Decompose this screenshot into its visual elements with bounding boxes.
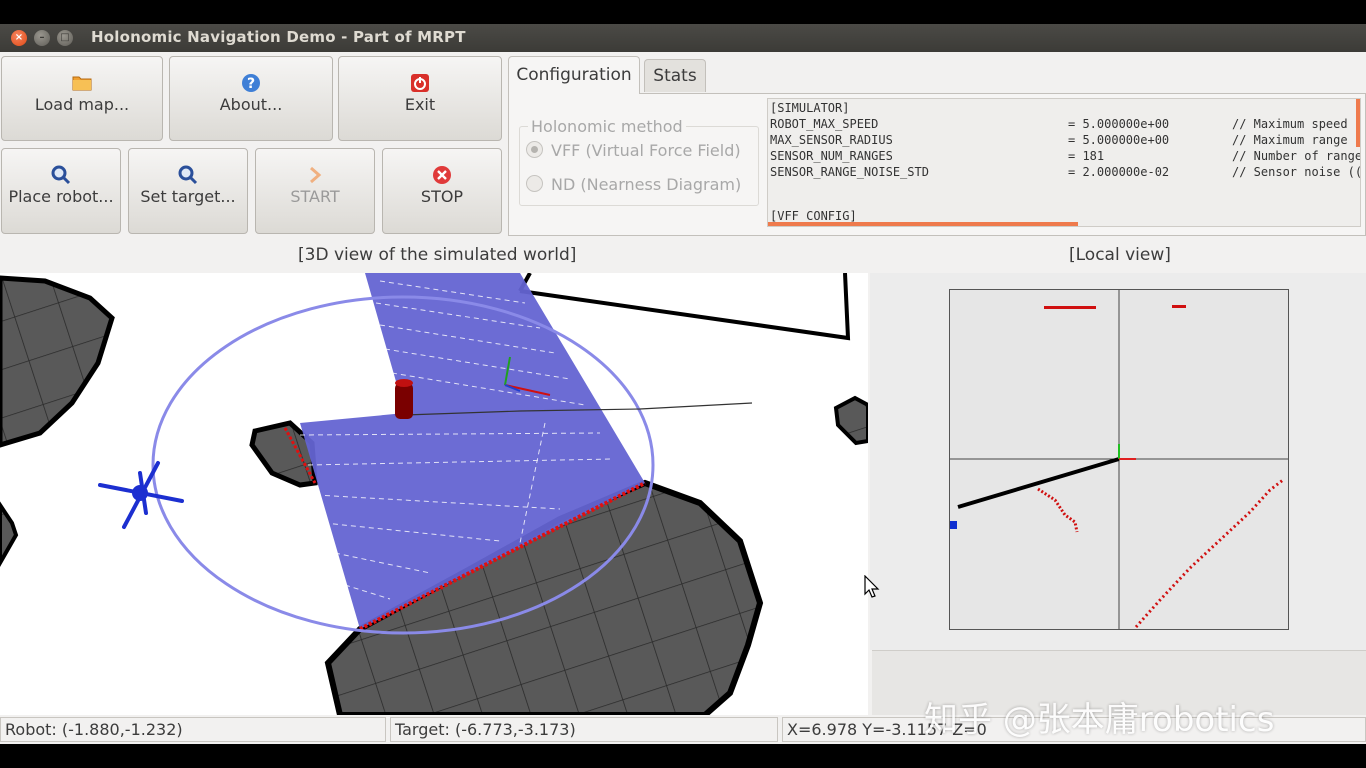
view3d-canvas[interactable] [0,273,868,715]
config-value: = 5.000000e+00 [1068,133,1170,147]
stop-icon [432,165,452,185]
config-comment: // Sensor noise (( [1232,165,1361,179]
config-value: = 181 [1068,149,1105,163]
radio-vff[interactable]: VFF (Virtual Force Field) [526,141,741,160]
power-icon [410,73,430,93]
magnifier-icon [178,165,198,185]
window-close-icon[interactable]: × [11,30,27,46]
watermark: 知乎 @张本庸robotics [924,700,1275,740]
robot [395,379,413,419]
config-comment: // Maximum range [1232,133,1348,147]
mouse-cursor-icon [864,574,880,603]
about-button[interactable]: ? About... [169,56,333,141]
window-minimize-icon[interactable]: – [34,30,50,46]
set-target-button[interactable]: Set target... [128,148,248,234]
local-view-panel [870,273,1366,650]
radio-nd-label: ND (Nearness Diagram) [551,175,742,194]
target-marker [949,521,957,529]
laser-scan-points [1044,305,1186,309]
help-icon: ? [241,73,261,93]
window-maximize-icon[interactable]: □ [57,30,73,46]
local-view-caption: [Local view] [1069,245,1171,265]
svg-text:?: ? [247,76,255,92]
obstacle [0,275,115,448]
tab-stats[interactable]: Stats [644,59,706,92]
config-key: SENSOR_RANGE_NOISE_STD [770,165,929,179]
view3d-caption: [3D view of the simulated world] [298,245,577,265]
local-view-canvas[interactable] [949,289,1289,630]
holonomic-method-group: Holonomic method VFF (Virtual Force Fiel… [519,117,759,206]
config-key: ROBOT_MAX_SPEED [770,117,879,131]
config-section-header: [SIMULATOR] [770,101,850,115]
config-comment: // Number of range [1232,149,1361,163]
radio-selected-icon [526,141,543,158]
config-comment: // Maximum speed [1232,117,1348,131]
radio-nd[interactable]: ND (Nearness Diagram) [526,175,741,194]
obstacle [0,501,19,568]
laser-scan-points [1037,487,1079,533]
folder-icon [72,73,92,93]
chevron-right-icon [305,165,325,185]
target-position-status: Target: (-6.773,-3.173) [390,717,778,742]
radio-unselected-icon [526,175,543,192]
horizontal-scrollbar[interactable] [768,222,1078,226]
config-value: = 5.000000e+00 [1068,117,1170,131]
place-robot-button[interactable]: Place robot... [1,148,121,234]
main-window: Load map... ? About... Exit Place robot.… [0,52,1366,744]
config-text-editor[interactable]: [SIMULATOR] ROBOT_MAX_SPEED = 5.000000e+… [767,98,1361,227]
obstacle [833,395,868,446]
config-key: MAX_SENSOR_RADIUS [770,133,893,147]
configuration-tab-pane: Holonomic method VFF (Virtual Force Fiel… [508,93,1366,236]
exit-button[interactable]: Exit [338,56,502,141]
vertical-scrollbar[interactable] [1356,99,1360,147]
config-value: = 2.000000e-02 [1068,165,1170,179]
window-title-bar[interactable]: × – □ Holonomic Navigation Demo - Part o… [0,24,1366,52]
target-marker [98,461,184,529]
laser-scan-points [1134,478,1284,628]
stop-button[interactable]: STOP [382,148,502,234]
holonomic-method-title: Holonomic method [528,117,686,136]
robot-position-status: Robot: (-1.880,-1.232) [0,717,386,742]
target-direction-line [957,457,1120,509]
settings-tab-widget: Holonomic method VFF (Virtual Force Fiel… [508,56,1366,236]
radio-vff-label: VFF (Virtual Force Field) [551,141,741,160]
load-map-button[interactable]: Load map... [1,56,163,141]
window-title: Holonomic Navigation Demo - Part of MRPT [91,28,466,46]
start-button[interactable]: START [255,148,375,234]
config-section-header: [VFF_CONFIG] [770,209,857,223]
wall [519,273,851,341]
magnifier-icon [51,165,71,185]
config-key: SENSOR_NUM_RANGES [770,149,893,163]
tab-configuration[interactable]: Configuration [508,56,640,94]
